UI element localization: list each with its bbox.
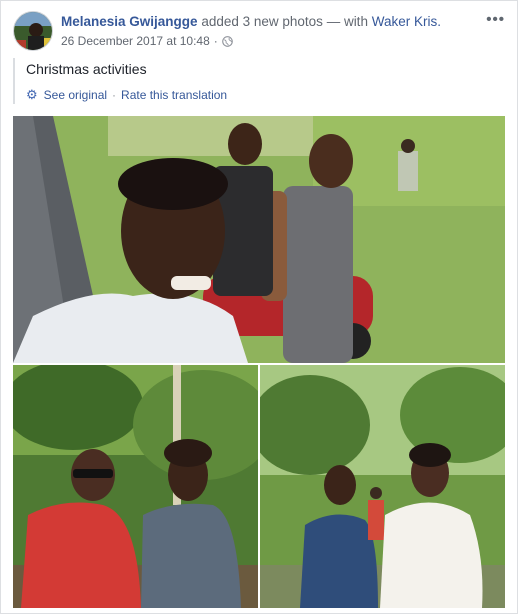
- translation-separator: ·: [112, 88, 117, 102]
- tagged-user[interactable]: Waker Kris.: [372, 14, 441, 29]
- more-options-icon[interactable]: •••: [486, 11, 505, 28]
- with-text: — with: [326, 14, 368, 29]
- post-header: Melanesia Gwijangge added 3 new photos —…: [61, 14, 441, 29]
- post-meta: 26 December 2017 at 10:48 ·: [61, 34, 233, 48]
- gear-icon[interactable]: ⚙: [26, 87, 38, 103]
- globe-icon[interactable]: [221, 35, 233, 47]
- avatar[interactable]: [13, 11, 53, 51]
- feed-post: Melanesia Gwijangge added 3 new photos —…: [0, 0, 518, 614]
- meta-separator: ·: [213, 34, 218, 48]
- post-photo-2[interactable]: [13, 365, 258, 608]
- post-photo-3[interactable]: [260, 365, 505, 608]
- author-name[interactable]: Melanesia Gwijangge: [61, 14, 198, 29]
- rate-translation-link[interactable]: Rate this translation: [121, 88, 227, 102]
- post-photo-1[interactable]: [13, 116, 505, 363]
- caption-rule: [13, 58, 15, 104]
- post-action[interactable]: added 3 new photos: [201, 14, 323, 29]
- post-timestamp[interactable]: 26 December 2017 at 10:48: [61, 34, 210, 48]
- translation-bar: ⚙ See original · Rate this translation: [26, 87, 227, 103]
- see-original-link[interactable]: See original: [44, 88, 107, 102]
- post-caption: Christmas activities: [26, 61, 147, 77]
